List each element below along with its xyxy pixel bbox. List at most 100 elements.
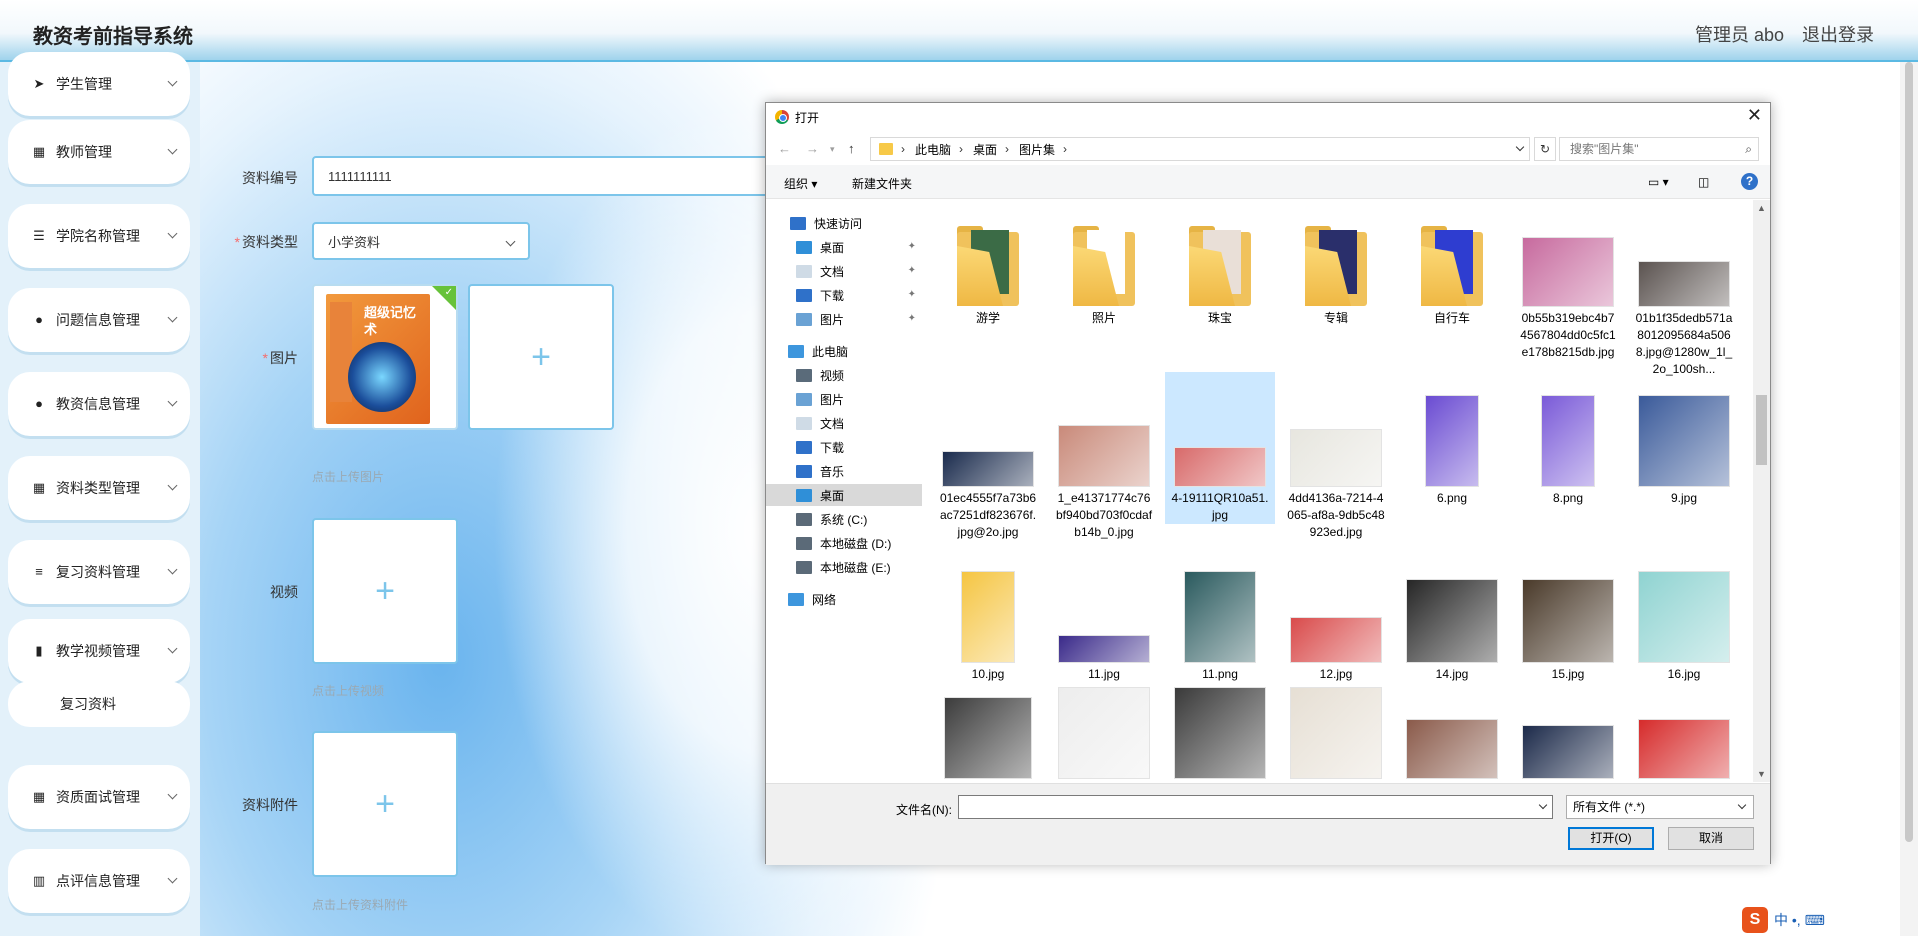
file-item[interactable]: 19.jpg xyxy=(1165,668,1275,782)
tree-item-3[interactable]: 下载 ✦ xyxy=(766,284,922,306)
refresh-icon[interactable]: ↻ xyxy=(1534,137,1556,161)
uploaded-image[interactable]: 超级记忆术 ✓ xyxy=(312,284,458,430)
file-item[interactable]: 10.jpg xyxy=(933,552,1043,683)
file-item[interactable]: 11.png xyxy=(1165,552,1275,683)
recent-dropdown-icon[interactable]: ▾ xyxy=(830,144,835,155)
cancel-button[interactable]: 取消 xyxy=(1668,827,1754,850)
pin-icon[interactable]: ✦ xyxy=(908,313,916,324)
file-item[interactable]: 6.png xyxy=(1397,376,1507,507)
file-item[interactable]: 11.jpg xyxy=(1049,552,1159,683)
tree-item-11[interactable]: 桌面 xyxy=(766,484,922,506)
forward-arrow-icon[interactable]: → xyxy=(806,141,819,156)
tree-item-2[interactable]: 文档 ✦ xyxy=(766,260,922,282)
scroll-up-icon[interactable]: ▲ xyxy=(1757,203,1766,213)
file-item[interactable]: 4dd4136a-7214-4065-af8a-9db5c48923ed.jpg xyxy=(1281,376,1391,541)
open-button[interactable]: 打开(O) xyxy=(1568,827,1654,850)
file-item[interactable]: 0b55b319ebc4b74567804dd0c5fc1e178b8215db… xyxy=(1513,206,1623,361)
file-item[interactable]: 01b1f35dedb571a8012095684a5068.jpg@1280w… xyxy=(1629,206,1739,378)
new-folder-button[interactable]: 新建文件夹 xyxy=(852,175,912,192)
tree-item-label: 桌面 xyxy=(820,240,845,255)
sidebar-item-2[interactable]: ☰ 学院名称管理 xyxy=(8,204,190,268)
view-options-icon[interactable]: ▭ ▾ xyxy=(1648,175,1669,189)
file-item[interactable]: 4-19111QR10a51.jpg xyxy=(1165,372,1275,524)
image-upload-button[interactable]: + xyxy=(468,284,614,430)
breadcrumb-desktop[interactable]: 桌面 xyxy=(973,141,997,158)
sidebar-item-7[interactable]: ▮ 教学视频管理 xyxy=(8,619,190,683)
filename-input[interactable] xyxy=(958,795,1553,819)
code-input[interactable]: 1111111111 xyxy=(312,156,772,196)
file-item[interactable]: 21.jpg xyxy=(1281,668,1391,782)
address-bar[interactable]: › 此电脑 › 桌面 › 图片集 › xyxy=(870,137,1530,161)
file-item[interactable]: 22.png xyxy=(1397,668,1507,782)
file-item[interactable]: 16.jpg xyxy=(1629,552,1739,683)
file-name: 自行车 xyxy=(1433,311,1470,325)
up-arrow-icon[interactable]: ↑ xyxy=(848,141,855,156)
scrollbar-thumb[interactable] xyxy=(1756,395,1767,465)
chevron-down-icon[interactable] xyxy=(1538,800,1548,810)
pin-icon[interactable]: ✦ xyxy=(908,241,916,252)
folder-item[interactable]: 游学 xyxy=(933,206,1043,327)
file-item[interactable]: 50.jpg xyxy=(1629,668,1739,782)
sidebar-item-4[interactable]: ● 教资信息管理 xyxy=(8,372,190,436)
search-input[interactable]: 搜索"图片集" ⌕ xyxy=(1559,137,1759,161)
sidebar-item-6[interactable]: ≡ 复习资料管理 xyxy=(8,540,190,604)
close-icon[interactable]: ✕ xyxy=(1747,105,1762,126)
sidebar-item-8[interactable]: ▦ 资质面试管理 xyxy=(8,765,190,829)
sidebar-subitem-review-materials[interactable]: 复习资料 xyxy=(8,681,190,727)
video-upload-button[interactable]: + xyxy=(312,518,458,664)
attachment-upload-button[interactable]: + xyxy=(312,731,458,877)
chevron-down-icon[interactable] xyxy=(1515,142,1525,152)
tree-item-9[interactable]: 下载 xyxy=(766,436,922,458)
ime-toolbar[interactable]: S 中 •, ⌨ xyxy=(1742,904,1918,936)
file-item[interactable]: 17.jpg xyxy=(933,668,1043,782)
file-type-select[interactable]: 所有文件 (*.*) xyxy=(1566,795,1754,819)
back-arrow-icon[interactable]: ← xyxy=(778,141,791,156)
tree-item-0[interactable]: 快速访问 xyxy=(766,212,922,234)
file-list-scrollbar[interactable]: ▲ ▼ xyxy=(1753,200,1770,782)
preview-pane-icon[interactable]: ◫ xyxy=(1698,175,1709,189)
file-item[interactable]: 8.png xyxy=(1513,376,1623,507)
sidebar-item-1[interactable]: ▦ 教师管理 xyxy=(8,120,190,184)
sidebar-item-5[interactable]: ▦ 资料类型管理 xyxy=(8,456,190,520)
logout-link[interactable]: 退出登录 xyxy=(1802,21,1874,47)
folder-item[interactable]: 专辑 xyxy=(1281,206,1391,327)
tree-item-7[interactable]: 图片 xyxy=(766,388,922,410)
file-item[interactable]: 14.jpg xyxy=(1397,552,1507,683)
tree-item-10[interactable]: 音乐 xyxy=(766,460,922,482)
sidebar-item-3[interactable]: ● 问题信息管理 xyxy=(8,288,190,352)
file-item[interactable]: 1_e41371774c76bf940bd703f0cdafb14b_0.jpg xyxy=(1049,376,1159,541)
tree-item-15[interactable]: 网络 xyxy=(766,588,922,610)
sidebar-item-9[interactable]: ▥ 点评信息管理 xyxy=(8,849,190,913)
file-item[interactable]: 12.jpg xyxy=(1281,552,1391,683)
tree-item-6[interactable]: 视频 xyxy=(766,364,922,386)
tree-item-4[interactable]: 图片 ✦ xyxy=(766,308,922,330)
tree-item-12[interactable]: 系统 (C:) xyxy=(766,508,922,530)
pin-icon[interactable]: ✦ xyxy=(908,265,916,276)
breadcrumb-pictures[interactable]: 图片集 xyxy=(1019,141,1055,158)
pin-icon[interactable]: ✦ xyxy=(908,289,916,300)
help-icon[interactable]: ? xyxy=(1741,173,1758,190)
file-item[interactable]: 9.jpg xyxy=(1629,376,1739,507)
type-select[interactable]: 小学资料 xyxy=(312,222,530,260)
organize-button[interactable]: 组织 ▾ xyxy=(784,175,817,192)
page-scrollbar[interactable] xyxy=(1900,62,1918,936)
tree-item-5[interactable]: 此电脑 xyxy=(766,340,922,362)
file-item[interactable]: 034.jpg xyxy=(1513,668,1623,782)
app-title: 教资考前指导系统 xyxy=(33,26,193,48)
folder-item[interactable]: 照片 xyxy=(1049,206,1159,327)
tree-item-1[interactable]: 桌面 ✦ xyxy=(766,236,922,258)
tree-item-13[interactable]: 本地磁盘 (D:) xyxy=(766,532,922,554)
tree-item-8[interactable]: 文档 xyxy=(766,412,922,434)
file-item[interactable]: 01ec4555f7a73b6ac7251df823676f.jpg@2o.jp… xyxy=(933,376,1043,541)
file-item[interactable]: 15.jpg xyxy=(1513,552,1623,683)
sidebar-item-0[interactable]: ➤ 学生管理 xyxy=(8,52,190,116)
scroll-down-icon[interactable]: ▼ xyxy=(1757,769,1766,779)
folder-item[interactable]: 自行车 xyxy=(1397,206,1507,327)
page-scrollbar-thumb[interactable] xyxy=(1905,62,1913,842)
tree-item-14[interactable]: 本地磁盘 (E:) xyxy=(766,556,922,578)
book-icon: ▥ xyxy=(32,873,46,888)
top-bar: 教资考前指导系统 管理员 abo 退出登录 xyxy=(0,0,1918,62)
breadcrumb-this-pc[interactable]: 此电脑 xyxy=(915,141,951,158)
folder-item[interactable]: 珠宝 xyxy=(1165,206,1275,327)
file-item[interactable]: 18.jpg xyxy=(1049,668,1159,782)
